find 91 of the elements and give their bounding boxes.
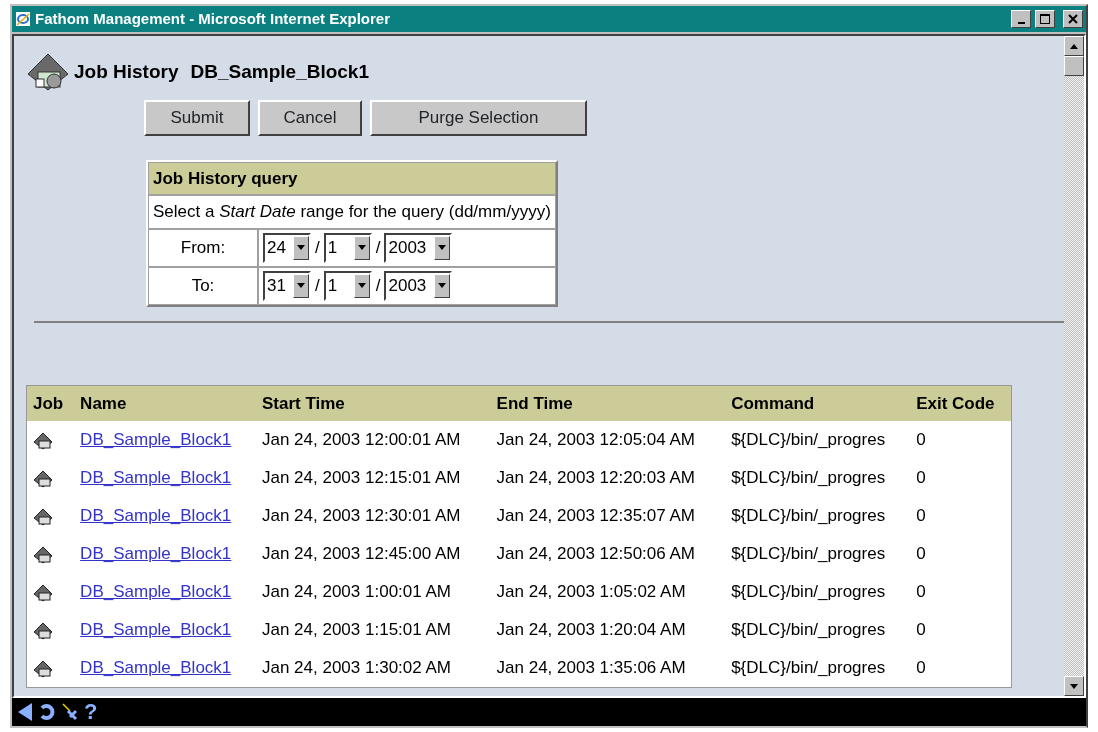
job-icon [33, 507, 53, 526]
minimize-button[interactable] [1011, 10, 1031, 28]
table-cell: Jan 24, 2003 12:15:01 AM [255, 459, 491, 497]
table-cell: Jan 24, 2003 12:05:04 AM [490, 421, 726, 459]
table-cell: Jan 24, 2003 1:35:06 AM [490, 649, 726, 687]
date-select[interactable]: 1 [323, 270, 372, 301]
date-separator: / [375, 274, 381, 297]
back-icon[interactable] [18, 703, 32, 721]
date-label: From: [180, 237, 226, 257]
table-cell: Jan 24, 2003 1:05:02 AM [490, 573, 726, 611]
table-cell: 0 [910, 497, 1012, 535]
form-button[interactable]: Submit [144, 100, 250, 136]
table-cell: 0 [910, 649, 1012, 687]
column-header: End Time [490, 385, 726, 421]
job-link[interactable]: DB_Sample_Block1 [80, 658, 232, 677]
job-name: DB_Sample_Block1 [190, 59, 369, 84]
table-cell: ${DLC}/bin/_progres [725, 611, 911, 649]
table-cell: ${DLC}/bin/_progres [725, 649, 911, 687]
minimize-icon [1017, 22, 1025, 24]
table-cell: ${DLC}/bin/_progres [725, 573, 911, 611]
tool-icon[interactable] [62, 703, 78, 721]
table-cell: Jan 24, 2003 12:50:06 AM [490, 535, 726, 573]
table-cell: 0 [910, 421, 1012, 459]
date-select[interactable]: 2003 [384, 270, 453, 301]
query-title: Job History query [148, 161, 556, 195]
refresh-icon[interactable] [38, 703, 56, 721]
form-button[interactable]: Cancel [258, 100, 362, 136]
table-cell: Jan 24, 2003 1:00:01 AM [255, 573, 491, 611]
column-header: Name [74, 385, 256, 421]
column-header: Start Time [255, 385, 491, 421]
table-cell: Jan 24, 2003 12:30:01 AM [255, 497, 491, 535]
dropdown-arrow-icon [438, 245, 447, 250]
date-label: To: [191, 275, 215, 295]
job-link[interactable]: DB_Sample_Block1 [80, 430, 232, 450]
close-button[interactable] [1063, 10, 1083, 28]
column-header: Job [26, 385, 75, 421]
browser-icon [15, 11, 31, 27]
job-icon [33, 545, 53, 564]
table-cell: Jan 24, 2003 12:45:00 AM [255, 535, 491, 573]
query-hint: Select a Start Date range for the query (dd/mm/yyyy) [148, 195, 556, 229]
dropdown-arrow-icon [297, 283, 305, 288]
job-link[interactable]: DB_Sample_Block1 [80, 468, 232, 488]
date-select[interactable]: 2003 [384, 232, 453, 263]
job-icon [33, 659, 53, 678]
column-header: Command [725, 385, 911, 421]
job-link[interactable]: DB_Sample_Block1 [80, 582, 232, 602]
table-cell: Jan 24, 2003 12:20:03 AM [490, 459, 726, 497]
table-cell: 0 [910, 573, 1012, 611]
table-cell: Jan 24, 2003 1:30:02 AM [255, 649, 491, 687]
table-cell: ${DLC}/bin/_progres [725, 535, 911, 573]
date-separator: / [315, 274, 320, 297]
window-title: Fathom Management - Microsoft Internet Explorer [35, 8, 392, 29]
up-arrow-icon [1070, 43, 1078, 49]
dropdown-arrow-icon [297, 245, 305, 250]
table-cell: Jan 24, 2003 12:00:01 AM [255, 421, 491, 459]
table-cell: 0 [910, 459, 1012, 497]
close-icon [1068, 14, 1078, 24]
date-select[interactable]: 1 [323, 232, 372, 263]
column-header: Exit Code [910, 385, 1012, 421]
table-cell: ${DLC}/bin/_progres [725, 497, 911, 535]
job-link[interactable]: DB_Sample_Block1 [80, 620, 232, 640]
table-cell: ${DLC}/bin/_progres [725, 421, 911, 459]
scroll-thumb[interactable] [1064, 56, 1084, 76]
page-heading: Job History [74, 59, 179, 84]
table-cell: 0 [910, 611, 1012, 649]
job-link[interactable]: DB_Sample_Block1 [80, 544, 232, 564]
job-icon [33, 431, 53, 450]
dropdown-arrow-icon [438, 283, 447, 288]
date-separator: / [375, 236, 381, 259]
help-icon[interactable]: ? [84, 701, 98, 723]
job-icon [33, 583, 53, 602]
down-arrow-icon [1070, 683, 1078, 689]
job-link[interactable]: DB_Sample_Block1 [80, 506, 232, 526]
table-cell: Jan 24, 2003 12:35:07 AM [490, 497, 726, 535]
form-button[interactable]: Purge Selection [370, 100, 587, 136]
date-separator: / [315, 236, 320, 259]
date-select[interactable]: 31 [263, 270, 311, 301]
scroll-down-button[interactable] [1064, 676, 1084, 696]
table-cell: ${DLC}/bin/_progres [725, 459, 911, 497]
table-cell: Jan 24, 2003 1:15:01 AM [255, 611, 491, 649]
maximize-button[interactable] [1035, 10, 1055, 28]
job-icon [33, 621, 53, 640]
job-icon [33, 469, 53, 488]
table-cell: Jan 24, 2003 1:20:04 AM [490, 611, 726, 649]
job-icon [26, 52, 70, 92]
date-select[interactable]: 24 [263, 232, 311, 263]
dropdown-arrow-icon [357, 245, 366, 250]
table-cell: 0 [910, 535, 1012, 573]
maximize-icon [1040, 14, 1050, 24]
scroll-up-button[interactable] [1064, 36, 1084, 56]
dropdown-arrow-icon [357, 283, 366, 288]
